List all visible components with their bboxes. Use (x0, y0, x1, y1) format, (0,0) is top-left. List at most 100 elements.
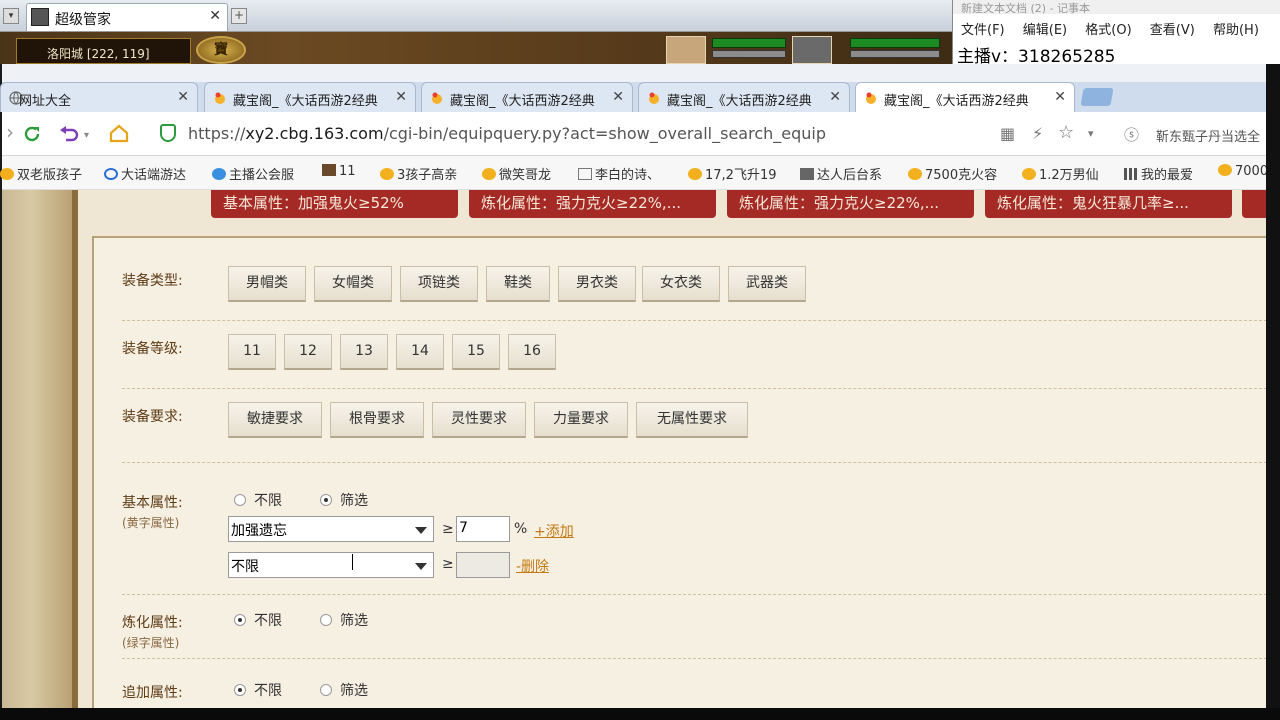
equip-req-option[interactable]: 无属性要求 (636, 402, 748, 438)
equip-level-option[interactable]: 13 (340, 334, 388, 370)
browser-tab-5[interactable]: 藏宝阁_《大话西游2经典 ✕ (855, 82, 1075, 112)
bookmark-item[interactable]: 17,2飞升19 (688, 164, 777, 183)
notepad-menu-edit[interactable]: 编辑(E) (1023, 23, 1067, 38)
pet-portrait[interactable] (666, 36, 706, 64)
search-tag[interactable]: 炼化属性：鬼火狂暴几率≥... (985, 190, 1232, 218)
close-icon[interactable]: ✕ (1054, 89, 1066, 105)
search-tag[interactable]: 炼化属性：强力克火≥22%,... (469, 190, 716, 218)
equip-type-option[interactable]: 男衣类 (558, 266, 636, 302)
row-divider (122, 462, 1272, 463)
refine-attr-radio-unlimited[interactable]: 不限 (234, 610, 282, 630)
secure-shield-icon[interactable] (160, 124, 176, 142)
basic-attr-select-1[interactable]: 加强遗忘 (228, 516, 434, 542)
bookmark-item[interactable]: 主播公会服 (212, 164, 294, 183)
game-menu-button[interactable]: ▾ (3, 8, 19, 24)
close-icon[interactable]: ✕ (395, 89, 407, 105)
ge-symbol: ≥ (442, 521, 454, 537)
new-tab-button[interactable] (1080, 88, 1114, 106)
reload-icon[interactable] (22, 124, 42, 144)
equip-level-option[interactable]: 11 (228, 334, 276, 370)
forward-icon[interactable]: › (6, 122, 14, 142)
add-attr-link[interactable]: +添加 (534, 521, 574, 541)
bookmark-icon (1022, 168, 1036, 180)
basic-attr-select-2[interactable]: 不限 (228, 552, 434, 578)
equip-level-option[interactable]: 16 (508, 334, 556, 370)
notepad-menu-format[interactable]: 格式(O) (1085, 23, 1131, 38)
lightning-icon[interactable]: ⚡ (1032, 124, 1043, 143)
basic-attr-value-2[interactable] (456, 552, 510, 578)
radio-icon (320, 614, 332, 626)
qr-code-icon[interactable]: ▦ (1000, 124, 1015, 143)
browser-tab-2[interactable]: 藏宝阁_《大话西游2经典 ✕ (204, 82, 416, 112)
close-icon[interactable]: ✕ (829, 89, 841, 105)
bookmark-item[interactable]: 达人后台系 (800, 164, 882, 183)
search-tag[interactable]: 炼化属性：强力克火≥22%,... (727, 190, 974, 218)
extra-attr-radio-filter[interactable]: 筛选 (320, 680, 368, 700)
game-tab-title: 超级管家 (55, 12, 111, 28)
notepad-menu-view[interactable]: 查看(V) (1150, 23, 1195, 38)
pet-hp-bar (712, 38, 786, 48)
bookmark-item[interactable]: 1.2万男仙 (1022, 164, 1099, 183)
browser-tab-4[interactable]: 藏宝阁_《大话西游2经典 ✕ (638, 82, 850, 112)
extra-attr-radio-unlimited[interactable]: 不限 (234, 680, 282, 700)
radio-checked-icon (320, 494, 332, 506)
close-icon[interactable]: ✕ (612, 89, 624, 105)
equip-type-option[interactable]: 鞋类 (486, 266, 550, 302)
equip-req-option[interactable]: 力量要求 (534, 402, 628, 438)
browser-tab-1[interactable]: 网址大全 ✕ (0, 82, 198, 112)
bookmark-item[interactable]: 大话端游达 (104, 164, 186, 183)
equip-level-option[interactable]: 12 (284, 334, 332, 370)
treasure-badge-icon[interactable]: 寶 (196, 36, 246, 64)
home-icon[interactable] (108, 123, 130, 143)
bookmark-item[interactable]: 我的最爱 (1124, 164, 1193, 183)
notepad-menu-help[interactable]: 帮助(H) (1213, 23, 1259, 38)
bookmark-item[interactable]: 李白的诗、 (578, 164, 660, 183)
browser-tab-3[interactable]: 藏宝阁_《大话西游2经典 ✕ (421, 82, 633, 112)
equip-type-option[interactable]: 女衣类 (642, 266, 720, 302)
search-suggestion[interactable]: 靳东甄子丹当选全 (1156, 126, 1260, 145)
equip-req-option[interactable]: 根骨要求 (330, 402, 424, 438)
basic-attr-radio-filter[interactable]: 筛选 (320, 490, 368, 510)
player-portrait[interactable] (792, 36, 832, 64)
close-icon[interactable]: ✕ (177, 89, 189, 105)
chevron-down-icon[interactable]: ▾ (1088, 127, 1094, 140)
game-window: ▾ 超级管家 ✕ + 洛阳城 [222, 119] 寶 (0, 0, 952, 64)
basic-attr-value-1[interactable]: 7 (456, 516, 510, 542)
game-tab[interactable]: 超级管家 ✕ (26, 3, 228, 31)
bookmark-item[interactable]: 11 (322, 164, 356, 179)
search-engine-icon[interactable]: ⓢ (1124, 124, 1139, 145)
url-host: xy2.cbg.163.com (245, 124, 384, 143)
bookmark-item[interactable]: 微笑哥龙 (482, 164, 551, 183)
equip-req-option[interactable]: 灵性要求 (432, 402, 526, 438)
bookmark-item[interactable]: 7500克火容 (908, 164, 997, 183)
cbg-logo-icon (866, 92, 876, 104)
refine-attr-radio-filter[interactable]: 筛选 (320, 610, 368, 630)
notepad-menu-file[interactable]: 文件(F) (961, 23, 1005, 38)
search-tag[interactable]: 基本属性：加强鬼火≥52% (211, 190, 458, 218)
equip-level-label: 装备等级: (122, 341, 183, 357)
equip-type-option[interactable]: 女帽类 (314, 266, 392, 302)
basic-attr-radio-unlimited[interactable]: 不限 (234, 490, 282, 510)
bookmark-icon (908, 168, 922, 180)
equip-req-option[interactable]: 敏捷要求 (228, 402, 322, 438)
equip-level-option[interactable]: 14 (396, 334, 444, 370)
undo-icon[interactable] (58, 124, 82, 144)
star-icon[interactable]: ☆ (1058, 122, 1074, 143)
url-field[interactable]: https://xy2.cbg.163.com/cgi-bin/equipque… (188, 124, 826, 143)
equip-type-option[interactable]: 项链类 (400, 266, 478, 302)
remove-attr-link[interactable]: -删除 (516, 556, 549, 576)
bookmark-item[interactable]: 3孩子高亲 (380, 164, 457, 183)
equip-level-option[interactable]: 15 (452, 334, 500, 370)
new-tab-button[interactable]: + (231, 8, 247, 24)
bookmark-item[interactable]: 7000 (1218, 164, 1268, 179)
notepad-window: 新建文本文档 (2) - 记事本 文件(F) 编辑(E) 格式(O) 查看(V)… (952, 0, 1280, 67)
bookmark-item[interactable]: 双老版孩子 (0, 164, 82, 183)
chevron-down-icon[interactable]: ▾ (84, 126, 89, 146)
bottom-edge-strip (0, 708, 1280, 720)
equip-type-option[interactable]: 武器类 (728, 266, 806, 302)
equip-type-option[interactable]: 男帽类 (228, 266, 306, 302)
pet-mp-bar (712, 50, 786, 58)
close-icon[interactable]: ✕ (209, 8, 221, 24)
bookmark-icon (322, 164, 336, 176)
radio-checked-icon (234, 614, 246, 626)
